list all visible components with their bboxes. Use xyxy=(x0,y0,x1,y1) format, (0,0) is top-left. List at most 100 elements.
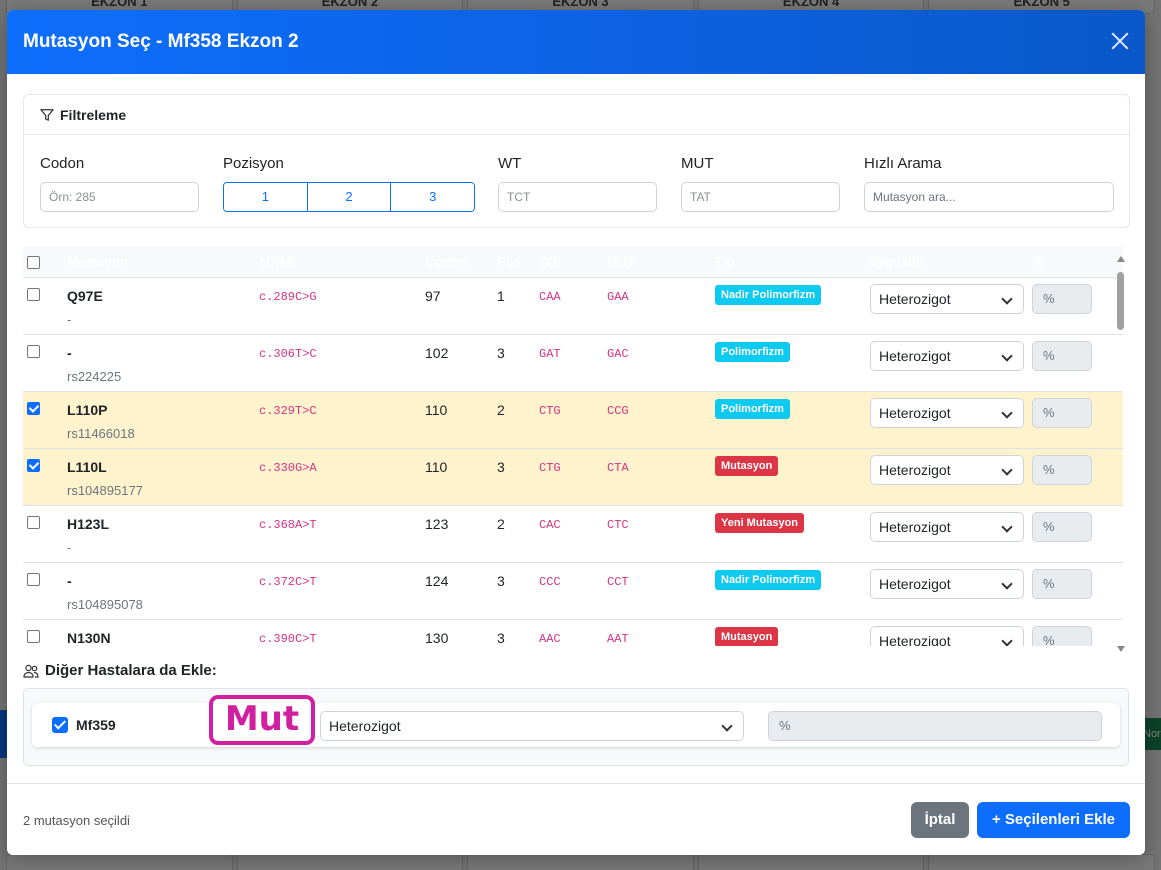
wt-value: CAA xyxy=(539,290,561,304)
header-mut: MUT xyxy=(607,254,636,269)
type-badge: Polimorfizm xyxy=(715,342,790,362)
table-scrollbar[interactable] xyxy=(1115,256,1127,652)
scroll-thumb[interactable] xyxy=(1117,272,1124,330)
table-row[interactable]: - rs224225 c.306T>C 102 3 GAT GAC Polimorfizm He… xyxy=(23,335,1123,392)
mut-value: CTC xyxy=(607,518,629,532)
zygosity-select[interactable]: Heterozigot xyxy=(870,284,1024,314)
mutation-name: H123L xyxy=(67,516,110,532)
codon-label: Codon xyxy=(40,155,85,172)
header-tip: Tip xyxy=(715,254,735,269)
header-zygosity: Zygosity xyxy=(870,254,924,269)
table-row[interactable]: N130N c.390C>T 130 3 AAC AAT Mutasyon Heterozig… xyxy=(23,620,1123,646)
percent-input[interactable]: % xyxy=(1032,398,1092,428)
position-label: Pozisyon xyxy=(223,155,284,172)
table-row[interactable]: L110L rs104895177 c.330G>A 110 3 CTG CTA Mutasy… xyxy=(23,449,1123,506)
other-patients-header: Diğer Hastalara da Ekle: xyxy=(23,662,217,679)
cdna-value: c.372C>T xyxy=(259,575,317,589)
cancel-button[interactable]: İptal xyxy=(911,802,969,838)
header-percent: % xyxy=(1033,254,1045,269)
modal-footer: 2 mutasyon seçildi İptal + Seçilenleri E… xyxy=(7,783,1145,855)
cdna-value: c.329T>C xyxy=(259,404,317,418)
zygosity-value: Heterozigot xyxy=(879,633,951,646)
patient-percent-input[interactable]: % xyxy=(768,711,1102,741)
codon-filter: Codon Örn: 285 xyxy=(40,155,199,212)
position-1-button[interactable]: 1 xyxy=(224,183,308,211)
mut-value: CCG xyxy=(607,404,629,418)
cdna-value: c.330G>A xyxy=(259,461,317,475)
wt-value: CCC xyxy=(539,575,561,589)
mutation-rsid: rs224225 xyxy=(67,369,122,384)
type-badge: Nadir Polimorfizm xyxy=(715,285,822,305)
position-3-button[interactable]: 3 xyxy=(391,183,474,211)
row-checkbox[interactable] xyxy=(27,630,40,643)
zygosity-select[interactable]: Heterozigot xyxy=(870,398,1024,428)
add-selected-button[interactable]: + Seçilenleri Ekle xyxy=(977,802,1130,838)
wt-value: CTG xyxy=(539,461,561,475)
patient-checkbox[interactable] xyxy=(52,717,68,733)
row-checkbox[interactable] xyxy=(27,345,40,358)
percent-input[interactable]: % xyxy=(1032,284,1092,314)
row-checkbox[interactable] xyxy=(27,573,40,586)
mutation-rsid: rs104895078 xyxy=(67,597,143,612)
selection-status: 2 mutasyon seçildi xyxy=(23,813,130,828)
zygosity-value: Heterozigot xyxy=(879,291,951,307)
row-checkbox[interactable] xyxy=(27,288,40,301)
row-checkbox[interactable] xyxy=(27,459,40,472)
other-patients-title: Diğer Hastalara da Ekle: xyxy=(45,662,217,679)
chevron-down-icon xyxy=(1001,350,1013,362)
type-badge: Nadir Polimorfizm xyxy=(715,570,822,590)
wt-value: GAT xyxy=(539,347,561,361)
mutation-table: Mutasyon cDNA Codon Pos WT MUT Tip Zygos… xyxy=(23,246,1123,646)
percent-input[interactable]: % xyxy=(1032,341,1092,371)
mutation-rsid: rs11466018 xyxy=(67,426,135,441)
pos-value: 2 xyxy=(497,516,505,532)
row-checkbox[interactable] xyxy=(27,402,40,415)
zygosity-value: Heterozigot xyxy=(879,348,951,364)
codon-value: 124 xyxy=(425,573,449,589)
pos-value: 3 xyxy=(497,630,505,646)
scroll-up-arrow-icon[interactable] xyxy=(1117,256,1125,262)
mut-value: GAC xyxy=(607,347,629,361)
wt-input[interactable]: TCT xyxy=(498,182,657,212)
header-wt: WT xyxy=(539,254,560,269)
header-pos: Pos xyxy=(497,254,521,269)
pos-value: 3 xyxy=(497,459,505,475)
mut-value: CTA xyxy=(607,461,629,475)
mutation-name: Q97E xyxy=(67,288,103,304)
header-cdna: cDNA xyxy=(259,254,295,269)
zygosity-select[interactable]: Heterozigot xyxy=(870,455,1024,485)
select-all-checkbox[interactable] xyxy=(27,256,40,269)
mutation-rsid: rs104895177 xyxy=(67,483,143,498)
table-row[interactable]: H123L - c.368A>T 123 2 CAC CTC Yeni Mutasyon Het… xyxy=(23,506,1123,563)
table-row[interactable]: Q97E - c.289C>G 97 1 CAA GAA Nadir Polimorfizm H… xyxy=(23,278,1123,335)
close-icon[interactable] xyxy=(1109,30,1131,52)
type-badge: Polimorfizm xyxy=(715,399,790,419)
table-row[interactable]: L110P rs11466018 c.329T>C 110 2 CTG CCG Polimor… xyxy=(23,392,1123,449)
zygosity-select[interactable]: Heterozigot xyxy=(870,512,1024,542)
mut-stamp: Mut xyxy=(209,695,315,745)
zygosity-select[interactable]: Heterozigot xyxy=(870,569,1024,599)
percent-input[interactable]: % xyxy=(1032,626,1092,646)
chevron-down-icon xyxy=(1001,635,1013,646)
scroll-down-arrow-icon[interactable] xyxy=(1117,646,1125,652)
position-2-button[interactable]: 2 xyxy=(307,183,392,211)
mut-filter: MUT TAT xyxy=(681,155,840,212)
percent-input[interactable]: % xyxy=(1032,569,1092,599)
percent-input[interactable]: % xyxy=(1032,455,1092,485)
quick-search-input[interactable]: Mutasyon ara... xyxy=(864,182,1114,212)
zygosity-select[interactable]: Heterozigot xyxy=(870,341,1024,371)
table-row[interactable]: - rs104895078 c.372C>T 124 3 CCC CCT Nadir Poli… xyxy=(23,563,1123,620)
mut-label: MUT xyxy=(681,155,714,172)
mut-input[interactable]: TAT xyxy=(681,182,840,212)
filter-header: Filtreleme xyxy=(24,95,1129,135)
chevron-down-icon xyxy=(1001,293,1013,305)
patient-zygosity-select[interactable]: Heterozigot xyxy=(320,711,744,741)
codon-input[interactable]: Örn: 285 xyxy=(40,182,199,212)
filter-card: Filtreleme Codon Örn: 285 Pozisyon 1 2 3… xyxy=(23,94,1130,228)
zygosity-select[interactable]: Heterozigot xyxy=(870,626,1024,646)
pos-value: 3 xyxy=(497,345,505,361)
row-checkbox[interactable] xyxy=(27,516,40,529)
percent-input[interactable]: % xyxy=(1032,512,1092,542)
type-badge: Mutasyon xyxy=(715,627,779,646)
other-patients-card: Mf359 Mut Heterozigot % xyxy=(23,688,1129,766)
